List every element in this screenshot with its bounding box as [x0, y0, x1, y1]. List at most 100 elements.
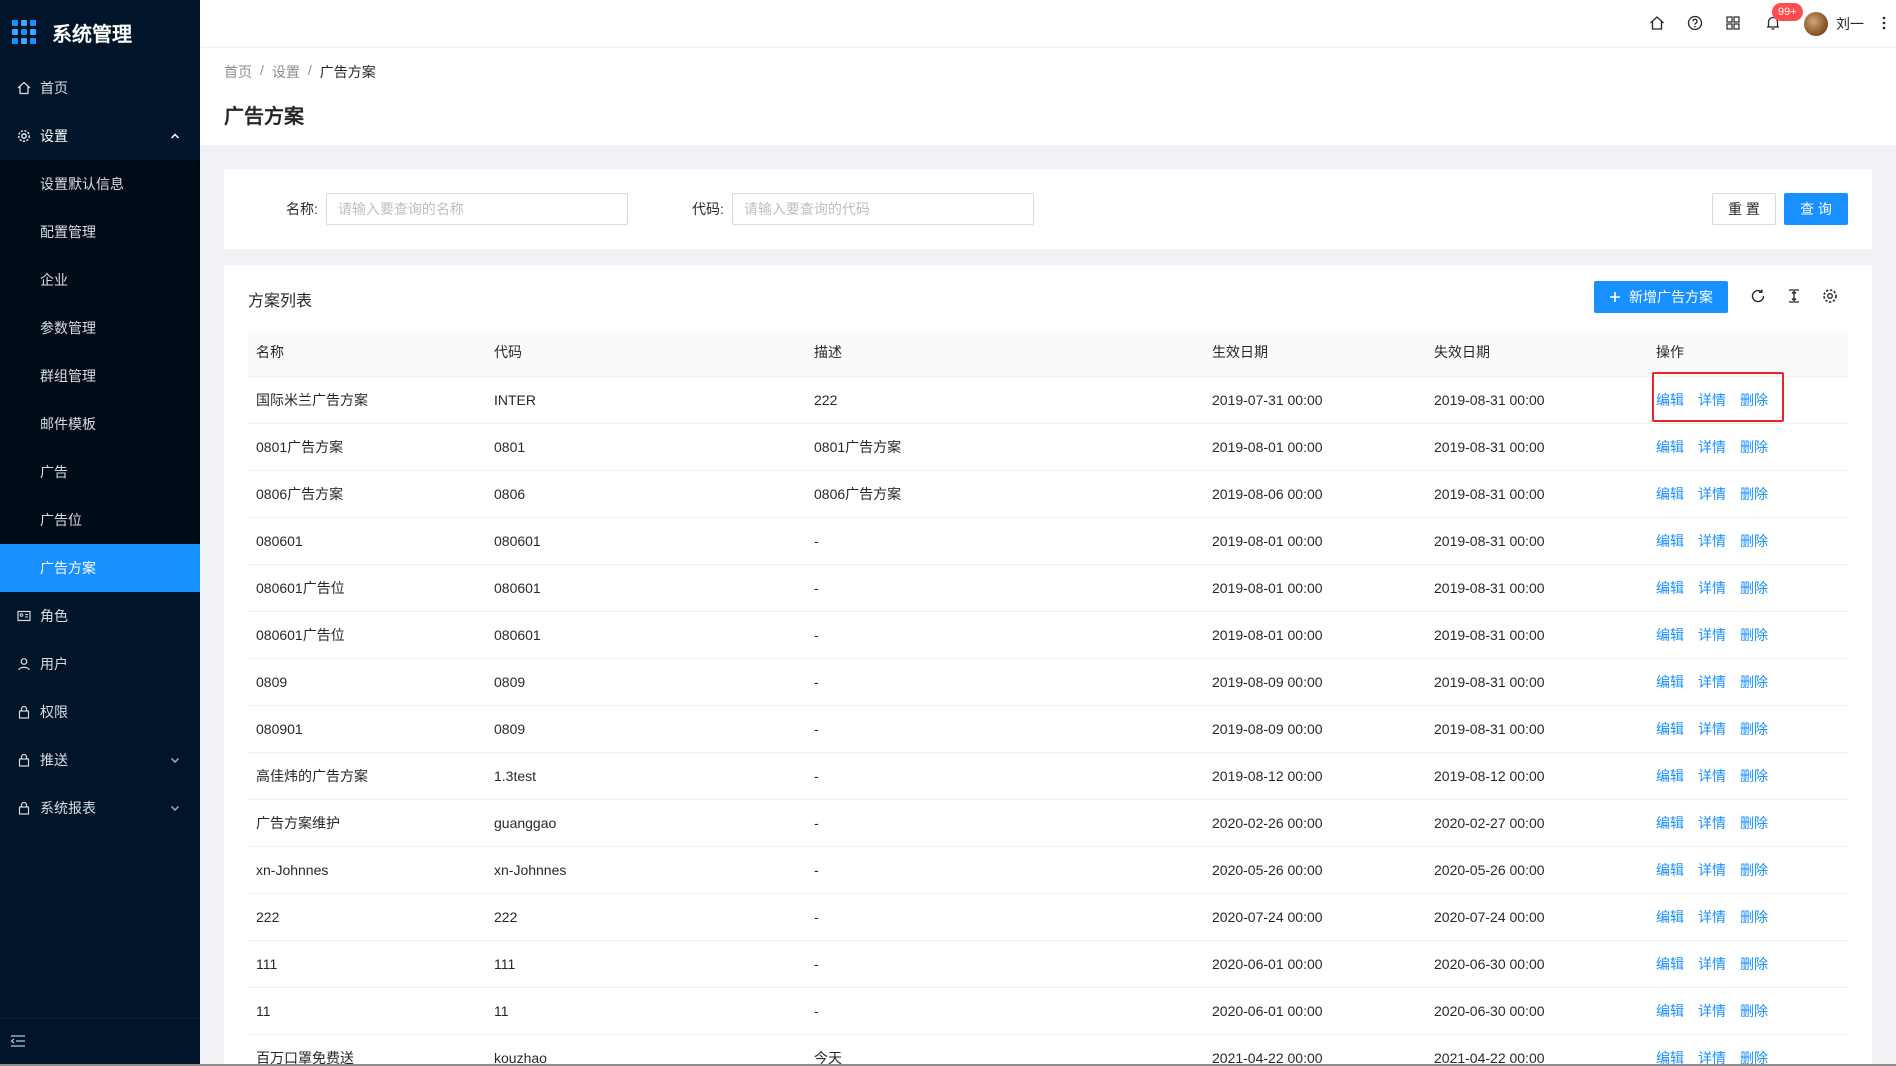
edit-link[interactable]: 编辑	[1656, 909, 1684, 925]
edit-link[interactable]: 编辑	[1656, 674, 1684, 690]
detail-link[interactable]: 详情	[1698, 956, 1726, 972]
edit-link[interactable]: 编辑	[1656, 439, 1684, 455]
sidebar-item-ad-plans[interactable]: 广告方案	[0, 544, 200, 592]
reset-button[interactable]: 重 置	[1712, 193, 1776, 225]
sidebar-item-roles[interactable]: 角色	[0, 592, 200, 640]
edit-link[interactable]: 编辑	[1656, 721, 1684, 737]
detail-link[interactable]: 详情	[1698, 721, 1726, 737]
edit-link[interactable]: 编辑	[1656, 862, 1684, 878]
delete-link[interactable]: 删除	[1740, 439, 1768, 455]
detail-link[interactable]: 详情	[1698, 674, 1726, 690]
breadcrumb-settings[interactable]: 设置	[272, 62, 300, 82]
delete-link[interactable]: 删除	[1740, 909, 1768, 925]
cell-end-date: 2020-02-27 00:00	[1426, 799, 1648, 847]
detail-link[interactable]: 详情	[1698, 768, 1726, 784]
delete-link[interactable]: 删除	[1740, 956, 1768, 972]
cell-end-date: 2020-07-24 00:00	[1426, 893, 1648, 941]
detail-link[interactable]: 详情	[1698, 1003, 1726, 1019]
sidebar-item-reports[interactable]: 系统报表	[0, 784, 200, 832]
name-search-input[interactable]	[325, 193, 628, 225]
cell-description: -	[806, 846, 1204, 894]
detail-link[interactable]: 详情	[1698, 439, 1726, 455]
delete-link[interactable]: 删除	[1740, 1003, 1768, 1019]
apps-button[interactable]	[1714, 0, 1752, 48]
query-button[interactable]: 查 询	[1784, 193, 1848, 225]
sidebar-item-enterprise[interactable]: 企业	[0, 256, 200, 304]
column-header-description[interactable]: 描述	[806, 329, 1204, 377]
help-button[interactable]	[1676, 0, 1714, 48]
add-ad-plan-button[interactable]: 新增广告方案	[1594, 281, 1728, 313]
sidebar-item-label: 广告	[40, 464, 68, 480]
sidebar-item-mail-templates[interactable]: 邮件模板	[0, 400, 200, 448]
detail-link[interactable]: 详情	[1698, 392, 1726, 408]
edit-link[interactable]: 编辑	[1656, 815, 1684, 831]
more-options-button[interactable]	[1872, 0, 1896, 48]
edit-link[interactable]: 编辑	[1656, 486, 1684, 502]
breadcrumb-home[interactable]: 首页	[224, 62, 252, 82]
edit-link[interactable]: 编辑	[1656, 580, 1684, 596]
sidebar-item-default-info[interactable]: 设置默认信息	[0, 160, 200, 208]
collapse-menu-button[interactable]	[0, 1018, 200, 1066]
delete-link[interactable]: 删除	[1740, 533, 1768, 549]
delete-link[interactable]: 删除	[1740, 674, 1768, 690]
sidebar-item-config[interactable]: 配置管理	[0, 208, 200, 256]
user-menu[interactable]: 刘一	[1794, 0, 1872, 48]
density-button[interactable]	[1776, 281, 1812, 313]
sidebar-item-settings[interactable]: 设置	[0, 112, 200, 160]
delete-link[interactable]: 删除	[1740, 392, 1768, 408]
sidebar-item-ad-slots[interactable]: 广告位	[0, 496, 200, 544]
detail-link[interactable]: 详情	[1698, 580, 1726, 596]
cell-end-date: 2019-08-31 00:00	[1426, 611, 1648, 659]
cell-name: 高佳炜的广告方案	[248, 752, 486, 800]
cell-start-date: 2019-08-09 00:00	[1204, 658, 1426, 706]
edit-link[interactable]: 编辑	[1656, 392, 1684, 408]
delete-link[interactable]: 删除	[1740, 580, 1768, 596]
cell-code: 0801	[486, 423, 806, 471]
column-header-name[interactable]: 名称	[248, 329, 486, 377]
column-header-start-date[interactable]: 生效日期	[1204, 329, 1426, 377]
sidebar-item-params[interactable]: 参数管理	[0, 304, 200, 352]
home-button[interactable]	[1638, 0, 1676, 48]
delete-link[interactable]: 删除	[1740, 486, 1768, 502]
delete-link[interactable]: 删除	[1740, 721, 1768, 737]
sidebar-item-home[interactable]: 首页	[0, 64, 200, 112]
edit-link[interactable]: 编辑	[1656, 533, 1684, 549]
cell-actions: 编辑 详情 删除	[1648, 423, 1848, 471]
sidebar-item-push[interactable]: 推送	[0, 736, 200, 784]
edit-link[interactable]: 编辑	[1656, 627, 1684, 643]
detail-link[interactable]: 详情	[1698, 486, 1726, 502]
column-settings-button[interactable]	[1812, 281, 1848, 313]
sidebar-item-label: 广告位	[40, 512, 82, 528]
delete-link[interactable]: 删除	[1740, 768, 1768, 784]
detail-link[interactable]: 详情	[1698, 627, 1726, 643]
cell-description: 0806广告方案	[806, 470, 1204, 518]
app-logo[interactable]: 系统管理	[0, 0, 200, 64]
reload-button[interactable]	[1740, 281, 1776, 313]
sidebar-item-permissions[interactable]: 权限	[0, 688, 200, 736]
column-header-code[interactable]: 代码	[486, 329, 806, 377]
detail-link[interactable]: 详情	[1698, 909, 1726, 925]
detail-link[interactable]: 详情	[1698, 862, 1726, 878]
delete-link[interactable]: 删除	[1740, 627, 1768, 643]
sidebar-item-groups[interactable]: 群组管理	[0, 352, 200, 400]
sidebar-item-users[interactable]: 用户	[0, 640, 200, 688]
delete-link[interactable]: 删除	[1740, 862, 1768, 878]
sidebar-item-label: 群组管理	[40, 368, 96, 384]
edit-link[interactable]: 编辑	[1656, 768, 1684, 784]
notifications-button[interactable]: 99+	[1752, 0, 1803, 48]
breadcrumb-separator: /	[260, 62, 264, 78]
delete-link[interactable]: 删除	[1740, 815, 1768, 831]
detail-link[interactable]: 详情	[1698, 815, 1726, 831]
code-search-input[interactable]	[731, 193, 1034, 225]
sidebar-item-label: 设置默认信息	[40, 176, 124, 192]
table-title: 方案列表	[248, 293, 313, 310]
column-header-end-date[interactable]: 失效日期	[1426, 329, 1648, 377]
app-title: 系统管理	[52, 23, 132, 46]
edit-link[interactable]: 编辑	[1656, 956, 1684, 972]
table-row: 222 222-2020-07-24 00:00 2020-07-24 00:00 编…	[248, 893, 1848, 941]
cell-actions: 编辑 详情 删除	[1648, 846, 1848, 894]
edit-link[interactable]: 编辑	[1656, 1003, 1684, 1019]
sidebar-item-ads[interactable]: 广告	[0, 448, 200, 496]
cell-description: -	[806, 893, 1204, 941]
detail-link[interactable]: 详情	[1698, 533, 1726, 549]
